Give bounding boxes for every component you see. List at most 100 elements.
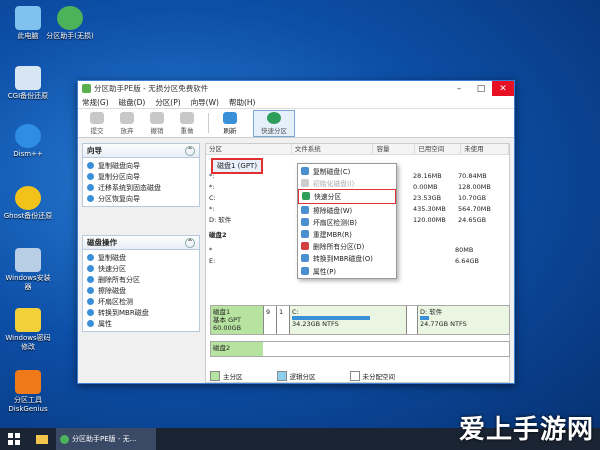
key-icon: [15, 308, 41, 332]
folder-icon: [36, 434, 48, 444]
partition-assistant-icon: [57, 6, 83, 30]
close-button[interactable]: ✕: [492, 81, 514, 96]
op-delete-all-partitions[interactable]: 删除所有分区: [87, 274, 195, 285]
minimize-button[interactable]: –: [448, 81, 470, 96]
window-title: 分区助手PE版 - 无损分区免费软件: [94, 84, 209, 93]
op-icon: [87, 265, 94, 272]
wizard-icon: [87, 162, 94, 169]
disk-ops-panel-header[interactable]: 磁盘操作 ^: [82, 235, 200, 250]
computer-icon: [15, 6, 41, 30]
ctx-bad-sector[interactable]: 坏扇区检测(B): [298, 216, 396, 228]
taskbar-app-partition-assistant[interactable]: 分区助手PE版 - 无...: [56, 428, 156, 450]
gear-icon: [15, 124, 41, 148]
ctx-init-disk: 初始化磁盘(I): [298, 177, 396, 189]
maximize-button[interactable]: □: [470, 81, 492, 96]
app-icon: [82, 84, 91, 93]
quick-partition-icon: [302, 192, 310, 201]
disk1-map[interactable]: 磁盘1 基本 GPT 60.00GB 9 1 C: 34.23GB NTFS D…: [210, 305, 510, 335]
quick-partition-button[interactable]: 快速分区: [253, 109, 295, 137]
collapse-icon[interactable]: ^: [185, 145, 195, 156]
partition-segment[interactable]: 9: [263, 306, 276, 334]
desktop-icon-partition-assistant[interactable]: 分区助手(无损): [44, 6, 96, 41]
ctx-copy-disk[interactable]: 复制磁盘(C): [298, 165, 396, 177]
watermark: 爱上手游网: [458, 415, 594, 445]
rebuild-icon: [301, 230, 309, 239]
desktop-icon-windows-installer[interactable]: Windows安装器: [2, 248, 54, 292]
cgi-icon: [15, 66, 41, 90]
op-copy-disk[interactable]: 复制磁盘: [87, 252, 195, 263]
op-convert-mbr[interactable]: 转换到MBR磁盘: [87, 307, 195, 318]
partition-d[interactable]: D: 软件 24.77GB NTFS: [417, 306, 509, 334]
start-button[interactable]: [0, 428, 28, 450]
refresh-button[interactable]: 刷新: [215, 111, 245, 135]
legend-primary: 主分区: [210, 371, 243, 381]
collapse-icon[interactable]: ^: [185, 237, 195, 248]
col-capacity[interactable]: 容量: [373, 144, 416, 154]
legend-logical: 逻辑分区: [276, 371, 316, 381]
op-wipe-disk[interactable]: 擦除磁盘: [87, 285, 195, 296]
ctx-rebuild-mbr[interactable]: 重建MBR(R): [298, 228, 396, 240]
partition-c[interactable]: C: 34.23GB NTFS: [289, 306, 406, 334]
wizard-copy-disk[interactable]: 复制磁盘向导: [87, 160, 195, 171]
wizard-migrate-os[interactable]: 迁移系统到固态磁盘: [87, 182, 195, 193]
partition-segment[interactable]: [406, 306, 417, 334]
ctx-quick-partition[interactable]: 快速分区: [298, 189, 396, 204]
disk-map: 磁盘1 基本 GPT 60.00GB 9 1 C: 34.23GB NTFS D…: [210, 305, 510, 363]
disk2-map[interactable]: 磁盘2: [210, 341, 510, 357]
menu-help[interactable]: 帮助(H): [229, 97, 256, 108]
op-properties[interactable]: 属性: [87, 318, 195, 329]
partition-segment[interactable]: 1: [276, 306, 289, 334]
submit-button[interactable]: 提交: [82, 111, 112, 135]
op-icon: [87, 254, 94, 261]
copy-icon: [301, 167, 309, 176]
title-bar[interactable]: 分区助手PE版 - 无损分区免费软件 – □ ✕: [78, 81, 514, 96]
op-quick-partition[interactable]: 快速分区: [87, 263, 195, 274]
diskgenius-icon: [15, 370, 41, 394]
wipe-icon: [301, 205, 309, 214]
op-icon: [87, 309, 94, 316]
desktop-icon-ghost[interactable]: Ghost备份还原: [2, 186, 54, 221]
ctx-wipe-disk[interactable]: 擦除磁盘(W): [298, 204, 396, 216]
disk1-info: 磁盘1 基本 GPT 60.00GB: [211, 306, 263, 334]
redo-button[interactable]: 重做: [172, 111, 202, 135]
wizard-icon: [87, 173, 94, 180]
menu-wizard[interactable]: 向导(W): [191, 97, 219, 108]
toolbar: 提交 放弃 撤销 重做 刷新 快速分区: [78, 109, 514, 138]
desktop-icon-dism[interactable]: Dism++: [2, 124, 54, 159]
menu-disk[interactable]: 磁盘(D): [119, 97, 146, 108]
desktop-icon-diskgenius[interactable]: 分区工具DiskGenius: [2, 370, 54, 414]
col-used[interactable]: 已用空间: [415, 144, 462, 154]
partition-assistant-icon: [60, 434, 69, 444]
menu-partition[interactable]: 分区(P): [155, 97, 180, 108]
ctx-properties[interactable]: 属性(P): [298, 265, 396, 277]
wizard-partition-recovery[interactable]: 分区恢复向导: [87, 193, 195, 204]
wizard-panel-header[interactable]: 向导 ^: [82, 143, 200, 158]
col-filesystem[interactable]: 文件系统: [292, 144, 374, 154]
bad-sector-icon: [301, 217, 309, 226]
ctx-convert-mbr[interactable]: 转换到MBR磁盘(O): [298, 252, 396, 264]
discard-button[interactable]: 放弃: [112, 111, 142, 135]
file-explorer-button[interactable]: [28, 428, 56, 450]
undo-button[interactable]: 撤销: [142, 111, 172, 135]
col-partition[interactable]: 分区: [206, 144, 292, 154]
windows-icon: [8, 433, 20, 445]
legend: 主分区 逻辑分区 未分配空间: [210, 371, 429, 381]
ctx-delete-all[interactable]: 删除所有分区(D): [298, 240, 396, 252]
wizard-icon: [87, 184, 94, 191]
disk1-label[interactable]: 磁盘1 (GPT): [211, 158, 264, 174]
table-header: 分区 文件系统 容量 已用空间 未使用: [206, 144, 509, 155]
op-icon: [87, 287, 94, 294]
wizard-copy-partition[interactable]: 复制分区向导: [87, 171, 195, 182]
col-free[interactable]: 未使用: [461, 144, 509, 154]
wizard-panel: 复制磁盘向导 复制分区向导 迁移系统到固态磁盘 分区恢复向导: [82, 158, 200, 207]
installer-icon: [15, 248, 41, 272]
init-icon: [301, 179, 309, 188]
menu-general[interactable]: 常规(G): [82, 97, 109, 108]
refresh-icon: [223, 111, 237, 124]
desktop-icon-windows-password[interactable]: Windows密码修改: [2, 308, 54, 352]
op-icon: [87, 276, 94, 283]
op-icon: [87, 298, 94, 305]
op-bad-sector-check[interactable]: 坏扇区检测: [87, 296, 195, 307]
ghost-icon: [15, 186, 41, 210]
desktop-icon-cgi[interactable]: CGI备份还原: [2, 66, 54, 101]
